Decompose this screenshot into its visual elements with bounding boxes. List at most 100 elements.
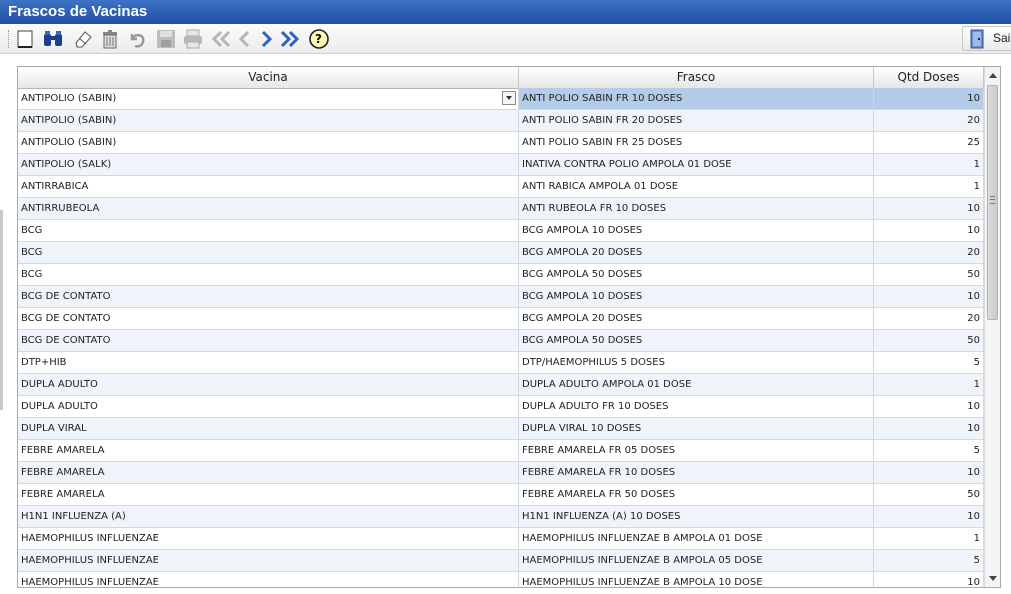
table-row[interactable]: H1N1 INFLUENZA (A) H1N1 INFLUENZA (A) 10 … (18, 506, 984, 528)
dropdown-arrow-icon[interactable] (502, 91, 516, 105)
table-row[interactable]: ANTIPOLIO (SABIN) ANTI POLIO SABIN FR 10 … (18, 88, 984, 110)
table-row[interactable]: HAEMOPHILUS INFLUENZAE HAEMOPHILUS INFLUE… (18, 528, 984, 550)
table-row[interactable]: FEBRE AMARELA FEBRE AMARELA FR 10 DOSES 10 (18, 462, 984, 484)
cell-frasco[interactable]: BCG AMPOLA 50 DOSES (519, 330, 874, 351)
delete-trash-icon[interactable] (99, 28, 121, 50)
cell-qtd-doses[interactable]: 50 (874, 484, 984, 505)
cell-frasco[interactable]: BCG AMPOLA 10 DOSES (519, 286, 874, 307)
table-row[interactable]: ANTIPOLIO (SABIN) ANTI POLIO SABIN FR 25 … (18, 132, 984, 154)
cell-vacina[interactable]: ANTIPOLIO (SABIN) (18, 88, 519, 109)
table-row[interactable]: BCG BCG AMPOLA 10 DOSES 10 (18, 220, 984, 242)
cell-frasco[interactable]: ANTI RUBEOLA FR 10 DOSES (519, 198, 874, 219)
cell-qtd-doses[interactable]: 10 (874, 198, 984, 219)
cell-qtd-doses[interactable]: 50 (874, 330, 984, 351)
cell-vacina[interactable]: HAEMOPHILUS INFLUENZAE (18, 550, 519, 571)
cell-frasco[interactable]: DUPLA ADULTO FR 10 DOSES (519, 396, 874, 417)
table-row[interactable]: ANTIRRABICA ANTI RABICA AMPOLA 01 DOSE 1 (18, 176, 984, 198)
cell-vacina[interactable]: DUPLA ADULTO (18, 374, 519, 395)
print-icon[interactable] (182, 28, 204, 50)
cell-frasco[interactable]: DTP/HAEMOPHILUS 5 DOSES (519, 352, 874, 373)
table-row[interactable]: DUPLA ADULTO DUPLA ADULTO FR 10 DOSES 10 (18, 396, 984, 418)
table-row[interactable]: BCG DE CONTATO BCG AMPOLA 50 DOSES 50 (18, 330, 984, 352)
cell-qtd-doses[interactable]: 10 (874, 506, 984, 527)
table-row[interactable]: BCG DE CONTATO BCG AMPOLA 20 DOSES 20 (18, 308, 984, 330)
cell-qtd-doses[interactable]: 25 (874, 132, 984, 153)
scroll-down-icon[interactable] (985, 571, 1000, 587)
cell-frasco[interactable]: INATIVA CONTRA POLIO AMPOLA 01 DOSE (519, 154, 874, 175)
cell-frasco[interactable]: HAEMOPHILUS INFLUENZAE B AMPOLA 05 DOSE (519, 550, 874, 571)
cell-qtd-doses[interactable]: 10 (874, 396, 984, 417)
cell-frasco[interactable]: ANTI RABICA AMPOLA 01 DOSE (519, 176, 874, 197)
cell-qtd-doses[interactable]: 20 (874, 242, 984, 263)
exit-button[interactable]: Sair (962, 26, 1011, 51)
cell-vacina[interactable]: DUPLA VIRAL (18, 418, 519, 439)
search-binoculars-icon[interactable] (42, 28, 64, 50)
table-row[interactable]: FEBRE AMARELA FEBRE AMARELA FR 50 DOSES 50 (18, 484, 984, 506)
help-icon[interactable]: ? (308, 28, 330, 50)
cell-frasco[interactable]: FEBRE AMARELA FR 50 DOSES (519, 484, 874, 505)
cell-frasco[interactable]: HAEMOPHILUS INFLUENZAE B AMPOLA 10 DOSE (519, 572, 874, 587)
save-icon[interactable] (155, 28, 177, 50)
cell-vacina[interactable]: H1N1 INFLUENZA (A) (18, 506, 519, 527)
table-row[interactable]: DUPLA VIRAL DUPLA VIRAL 10 DOSES 10 (18, 418, 984, 440)
table-row[interactable]: ANTIPOLIO (SABIN) ANTI POLIO SABIN FR 20 … (18, 110, 984, 132)
table-row[interactable]: BCG BCG AMPOLA 20 DOSES 20 (18, 242, 984, 264)
cell-frasco[interactable]: DUPLA ADULTO AMPOLA 01 DOSE (519, 374, 874, 395)
vertical-scrollbar[interactable] (984, 67, 1000, 587)
undo-icon[interactable] (126, 28, 148, 50)
last-icon[interactable] (279, 28, 301, 50)
scroll-up-icon[interactable] (985, 67, 1000, 83)
cell-vacina[interactable]: DUPLA ADULTO (18, 396, 519, 417)
cell-vacina[interactable]: FEBRE AMARELA (18, 484, 519, 505)
cell-qtd-doses[interactable]: 1 (874, 374, 984, 395)
table-row[interactable]: DTP+HIB DTP/HAEMOPHILUS 5 DOSES 5 (18, 352, 984, 374)
cell-vacina[interactable]: BCG (18, 220, 519, 241)
table-row[interactable]: ANTIRRUBEOLA ANTI RUBEOLA FR 10 DOSES 10 (18, 198, 984, 220)
cell-frasco[interactable]: BCG AMPOLA 20 DOSES (519, 242, 874, 263)
cell-frasco[interactable]: BCG AMPOLA 10 DOSES (519, 220, 874, 241)
cell-frasco[interactable]: ANTI POLIO SABIN FR 10 DOSES (519, 88, 874, 109)
cell-vacina[interactable]: ANTIRRUBEOLA (18, 198, 519, 219)
cell-vacina[interactable]: BCG (18, 264, 519, 285)
scroll-thumb[interactable] (987, 85, 998, 320)
cell-frasco[interactable]: FEBRE AMARELA FR 05 DOSES (519, 440, 874, 461)
table-row[interactable]: BCG BCG AMPOLA 50 DOSES 50 (18, 264, 984, 286)
cell-vacina[interactable]: FEBRE AMARELA (18, 440, 519, 461)
cell-qtd-doses[interactable]: 5 (874, 440, 984, 461)
cell-frasco[interactable]: BCG AMPOLA 50 DOSES (519, 264, 874, 285)
table-row[interactable]: HAEMOPHILUS INFLUENZAE HAEMOPHILUS INFLUE… (18, 550, 984, 572)
cell-qtd-doses[interactable]: 5 (874, 352, 984, 373)
cell-qtd-doses[interactable]: 10 (874, 220, 984, 241)
table-row[interactable]: DUPLA ADULTO DUPLA ADULTO AMPOLA 01 DOSE 1 (18, 374, 984, 396)
cell-vacina[interactable]: HAEMOPHILUS INFLUENZAE (18, 528, 519, 549)
cell-vacina[interactable]: ANTIPOLIO (SABIN) (18, 132, 519, 153)
table-row[interactable]: BCG DE CONTATO BCG AMPOLA 10 DOSES 10 (18, 286, 984, 308)
column-header-vacina[interactable]: Vacina (18, 67, 519, 88)
cell-frasco[interactable]: DUPLA VIRAL 10 DOSES (519, 418, 874, 439)
previous-icon[interactable] (234, 28, 256, 50)
cell-vacina[interactable]: BCG (18, 242, 519, 263)
cell-vacina[interactable]: BCG DE CONTATO (18, 330, 519, 351)
cell-qtd-doses[interactable]: 10 (874, 88, 984, 109)
cell-frasco[interactable]: ANTI POLIO SABIN FR 25 DOSES (519, 132, 874, 153)
column-header-frasco[interactable]: Frasco (519, 67, 874, 88)
table-row[interactable]: FEBRE AMARELA FEBRE AMARELA FR 05 DOSES 5 (18, 440, 984, 462)
cell-vacina[interactable]: BCG DE CONTATO (18, 286, 519, 307)
cell-frasco[interactable]: HAEMOPHILUS INFLUENZAE B AMPOLA 01 DOSE (519, 528, 874, 549)
clear-eraser-icon[interactable] (72, 28, 94, 50)
cell-vacina[interactable]: HAEMOPHILUS INFLUENZAE (18, 572, 519, 587)
cell-frasco[interactable]: ANTI POLIO SABIN FR 20 DOSES (519, 110, 874, 131)
cell-vacina[interactable]: FEBRE AMARELA (18, 462, 519, 483)
cell-vacina[interactable]: BCG DE CONTATO (18, 308, 519, 329)
cell-vacina[interactable]: ANTIPOLIO (SABIN) (18, 110, 519, 131)
first-icon[interactable] (210, 28, 232, 50)
cell-frasco[interactable]: BCG AMPOLA 20 DOSES (519, 308, 874, 329)
cell-qtd-doses[interactable]: 1 (874, 176, 984, 197)
cell-qtd-doses[interactable]: 50 (874, 264, 984, 285)
cell-vacina[interactable]: ANTIRRABICA (18, 176, 519, 197)
cell-qtd-doses[interactable]: 10 (874, 462, 984, 483)
cell-vacina[interactable]: ANTIPOLIO (SALK) (18, 154, 519, 175)
cell-qtd-doses[interactable]: 10 (874, 418, 984, 439)
cell-frasco[interactable]: H1N1 INFLUENZA (A) 10 DOSES (519, 506, 874, 527)
cell-qtd-doses[interactable]: 1 (874, 154, 984, 175)
